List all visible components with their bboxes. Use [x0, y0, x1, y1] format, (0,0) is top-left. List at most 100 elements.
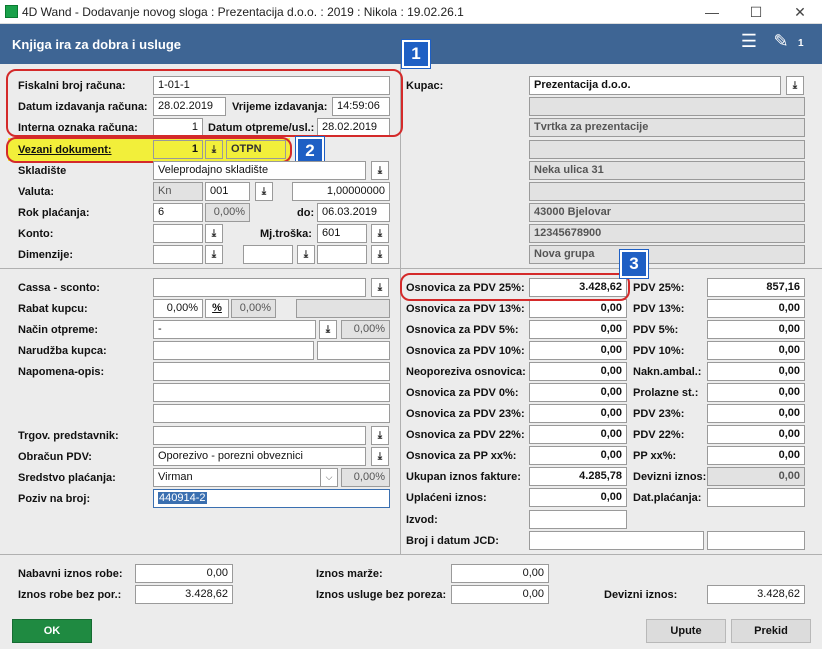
rok-days-field[interactable]: 6	[153, 203, 203, 222]
usluge-field: 0,00	[451, 585, 549, 604]
marze-label: Iznos marže:	[316, 568, 383, 580]
napomena-field-1[interactable]	[153, 362, 390, 381]
tax-rate-label: Dat.plaćanja:	[633, 492, 702, 504]
kupac-oib: 12345678900	[529, 224, 805, 243]
rabat-field[interactable]: 0,00%	[153, 299, 203, 318]
tax-value: 0,00	[529, 299, 627, 318]
kupac-lookup-button[interactable]: ⤓	[786, 76, 804, 95]
rabat-percent-button[interactable]: %	[205, 299, 229, 318]
upute-button[interactable]: Upute	[646, 619, 726, 643]
jcd-label: Broj i datum JCD:	[406, 535, 499, 547]
tax-rate-value: 0,00	[707, 383, 805, 402]
bezpor-field: 3.428,62	[135, 585, 233, 604]
obracun-label: Obračun PDV:	[18, 451, 92, 463]
kupac-name-field[interactable]: Prezentacija d.o.o.	[529, 76, 781, 95]
jcd-field-2[interactable]	[707, 531, 805, 550]
narudzba-field-2[interactable]	[317, 341, 390, 360]
tax-rate-value: 0,00	[707, 425, 805, 444]
kupac-address: Neka ulica 31	[529, 161, 805, 180]
tax-value: 0,00	[529, 446, 627, 465]
tax-rate-label: PDV 10%:	[633, 345, 685, 357]
minimize-button[interactable]: —	[690, 0, 734, 24]
kupac-city: 43000 Bjelovar	[529, 203, 805, 222]
rok-date-field[interactable]: 06.03.2019	[317, 203, 390, 222]
nacin-field[interactable]: -	[153, 320, 316, 339]
bezpor-label: Iznos robe bez por.:	[18, 589, 122, 601]
document-list-icon[interactable]: ☰	[738, 31, 760, 55]
rok-pct-field: 0,00%	[205, 203, 250, 222]
app-icon	[5, 5, 18, 18]
tax-rate-label: Prolazne st.:	[633, 387, 699, 399]
nacin-pct-field: 0,00%	[341, 320, 390, 339]
dimenzije-lookup-1[interactable]: ⤓	[205, 245, 223, 264]
tax-rate-label: PDV 23%:	[633, 408, 685, 420]
tax-value: 4.285,78	[529, 467, 627, 486]
tax-label: Uplaćeni iznos:	[406, 492, 487, 504]
dimenzije-field-1[interactable]	[153, 245, 203, 264]
dimenzije-label: Dimenzije:	[18, 249, 74, 261]
sredstvo-select[interactable]: Virman	[153, 468, 320, 487]
tax-rate-label: PDV 13%:	[633, 303, 685, 315]
konto-field[interactable]	[153, 224, 203, 243]
mjtroska-field[interactable]: 601	[317, 224, 367, 243]
nacin-lookup-button[interactable]: ⤓	[319, 320, 337, 339]
sredstvo-dropdown-arrow[interactable]: ⌵	[320, 468, 338, 487]
tax-rate-label: PDV 5%:	[633, 324, 679, 336]
maximize-button[interactable]: ☐	[734, 0, 778, 24]
jcd-field-1[interactable]	[529, 531, 704, 550]
nacin-label: Način otpreme:	[18, 324, 99, 336]
narudzba-label: Narudžba kupca:	[18, 345, 107, 357]
skladiste-lookup-button[interactable]: ⤓	[371, 161, 389, 180]
izvod-field[interactable]	[529, 510, 627, 529]
rabat-field-3	[296, 299, 390, 318]
valuta-label: Valuta:	[18, 186, 55, 198]
napomena-field-3[interactable]	[153, 404, 390, 423]
sredstvo-pct-field: 0,00%	[341, 468, 390, 487]
valuta-number-field[interactable]: 001	[205, 182, 250, 201]
trgov-lookup-button[interactable]: ⤓	[371, 426, 389, 445]
rabat-field-2: 0,00%	[231, 299, 276, 318]
kupac-label: Kupac:	[406, 80, 444, 92]
close-button[interactable]: ✕	[778, 0, 822, 24]
obracun-lookup-button[interactable]: ⤓	[371, 447, 389, 466]
prekid-button[interactable]: Prekid	[731, 619, 811, 643]
narudzba-field-1[interactable]	[153, 341, 314, 360]
valuta-rate-field[interactable]: 1,00000000	[292, 182, 390, 201]
mjtroska-lookup-button[interactable]: ⤓	[371, 224, 389, 243]
tax-label: Osnovica za PDV 23%:	[406, 408, 525, 420]
tax-rate-value: 0,00	[707, 404, 805, 423]
window-title: 4D Wand - Dodavanje novog sloga : Prezen…	[22, 5, 464, 19]
dimenzije-field-2[interactable]	[243, 245, 293, 264]
callout-badge-1: 1	[401, 39, 431, 69]
document-edit-icon[interactable]: ✎	[770, 31, 792, 55]
rok-label: Rok plaćanja:	[18, 207, 90, 219]
poziv-field[interactable]: 440914-2	[153, 489, 390, 508]
cassa-field[interactable]	[153, 278, 366, 297]
obracun-field[interactable]: Oporezivo - porezni obveznici	[153, 447, 366, 466]
dimenzije-field-3[interactable]	[317, 245, 367, 264]
cassa-lookup-button[interactable]: ⤓	[371, 278, 389, 297]
tax-label: Osnovica za PDV 13%:	[406, 303, 525, 315]
tax-rate-value[interactable]	[707, 488, 805, 507]
skladiste-field[interactable]: Veleprodajno skladište	[153, 161, 366, 180]
konto-lookup-button[interactable]: ⤓	[205, 224, 223, 243]
cassa-label: Cassa - sconto:	[18, 282, 100, 294]
tax-value: 0,00	[529, 320, 627, 339]
tax-rate-value: 0,00	[707, 341, 805, 360]
form-title: Knjiga ira za dobra i usluge	[12, 37, 182, 52]
napomena-field-2[interactable]	[153, 383, 390, 402]
devizni-bottom-field: 3.428,62	[707, 585, 805, 604]
valuta-lookup-button[interactable]: ⤓	[255, 182, 273, 201]
callout-box-1	[6, 69, 403, 137]
mjtroska-label: Mj.troška:	[260, 228, 312, 240]
dimenzije-lookup-2[interactable]: ⤓	[297, 245, 315, 264]
tax-rate-value: 0,00	[707, 467, 805, 486]
rabat-label: Rabat kupcu:	[18, 303, 88, 315]
dimenzije-lookup-3[interactable]: ⤓	[371, 245, 389, 264]
poziv-label: Poziv na broj:	[18, 493, 91, 505]
tax-label: Ukupan iznos fakture:	[406, 471, 521, 483]
trgov-field[interactable]	[153, 426, 366, 445]
tax-label: Neoporeziva osnovica:	[406, 366, 526, 378]
poziv-value: 440914-2	[158, 492, 207, 504]
ok-button[interactable]: OK	[12, 619, 92, 643]
